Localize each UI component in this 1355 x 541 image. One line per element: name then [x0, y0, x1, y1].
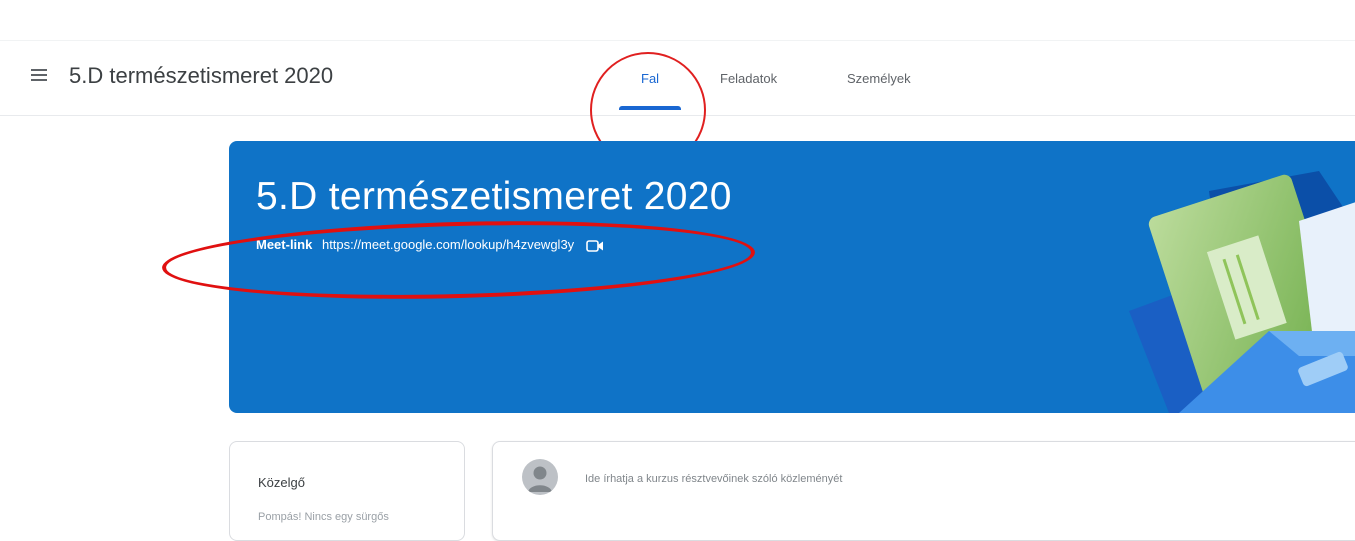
banner-title: 5.D természetismeret 2020 — [256, 175, 732, 218]
tab-stream[interactable]: Fal — [641, 71, 659, 86]
upcoming-title: Közelgő — [258, 475, 305, 490]
announcement-placeholder: Ide írhatja a kurzus résztvevőinek szóló… — [585, 473, 843, 485]
backpack-illustration — [1129, 171, 1355, 413]
video-camera-icon[interactable] — [585, 239, 604, 253]
meet-link-url[interactable]: https://meet.google.com/lookup/h4zvewgl3… — [322, 237, 574, 252]
person-icon — [528, 466, 552, 492]
upcoming-text: Pompás! Nincs egy sürgős — [258, 511, 389, 523]
top-app-bar: 5.D természetismeret 2020 Fal Feladatok … — [0, 40, 1355, 168]
active-tab-indicator — [619, 106, 681, 110]
meet-link-row: Meet-link https://meet.google.com/lookup… — [256, 237, 604, 253]
course-banner: 5.D természetismeret 2020 Meet-link http… — [229, 141, 1355, 413]
course-name[interactable]: 5.D természetismeret 2020 — [69, 63, 333, 89]
announcement-box[interactable]: Ide írhatja a kurzus résztvevőinek szóló… — [492, 441, 1355, 541]
meet-link-label: Meet-link — [256, 237, 313, 252]
hamburger-menu-icon[interactable] — [31, 69, 47, 83]
tab-classwork[interactable]: Feladatok — [720, 71, 777, 86]
upcoming-card: Közelgő Pompás! Nincs egy sürgős — [229, 441, 465, 541]
tab-people[interactable]: Személyek — [847, 71, 911, 86]
avatar — [522, 459, 558, 495]
